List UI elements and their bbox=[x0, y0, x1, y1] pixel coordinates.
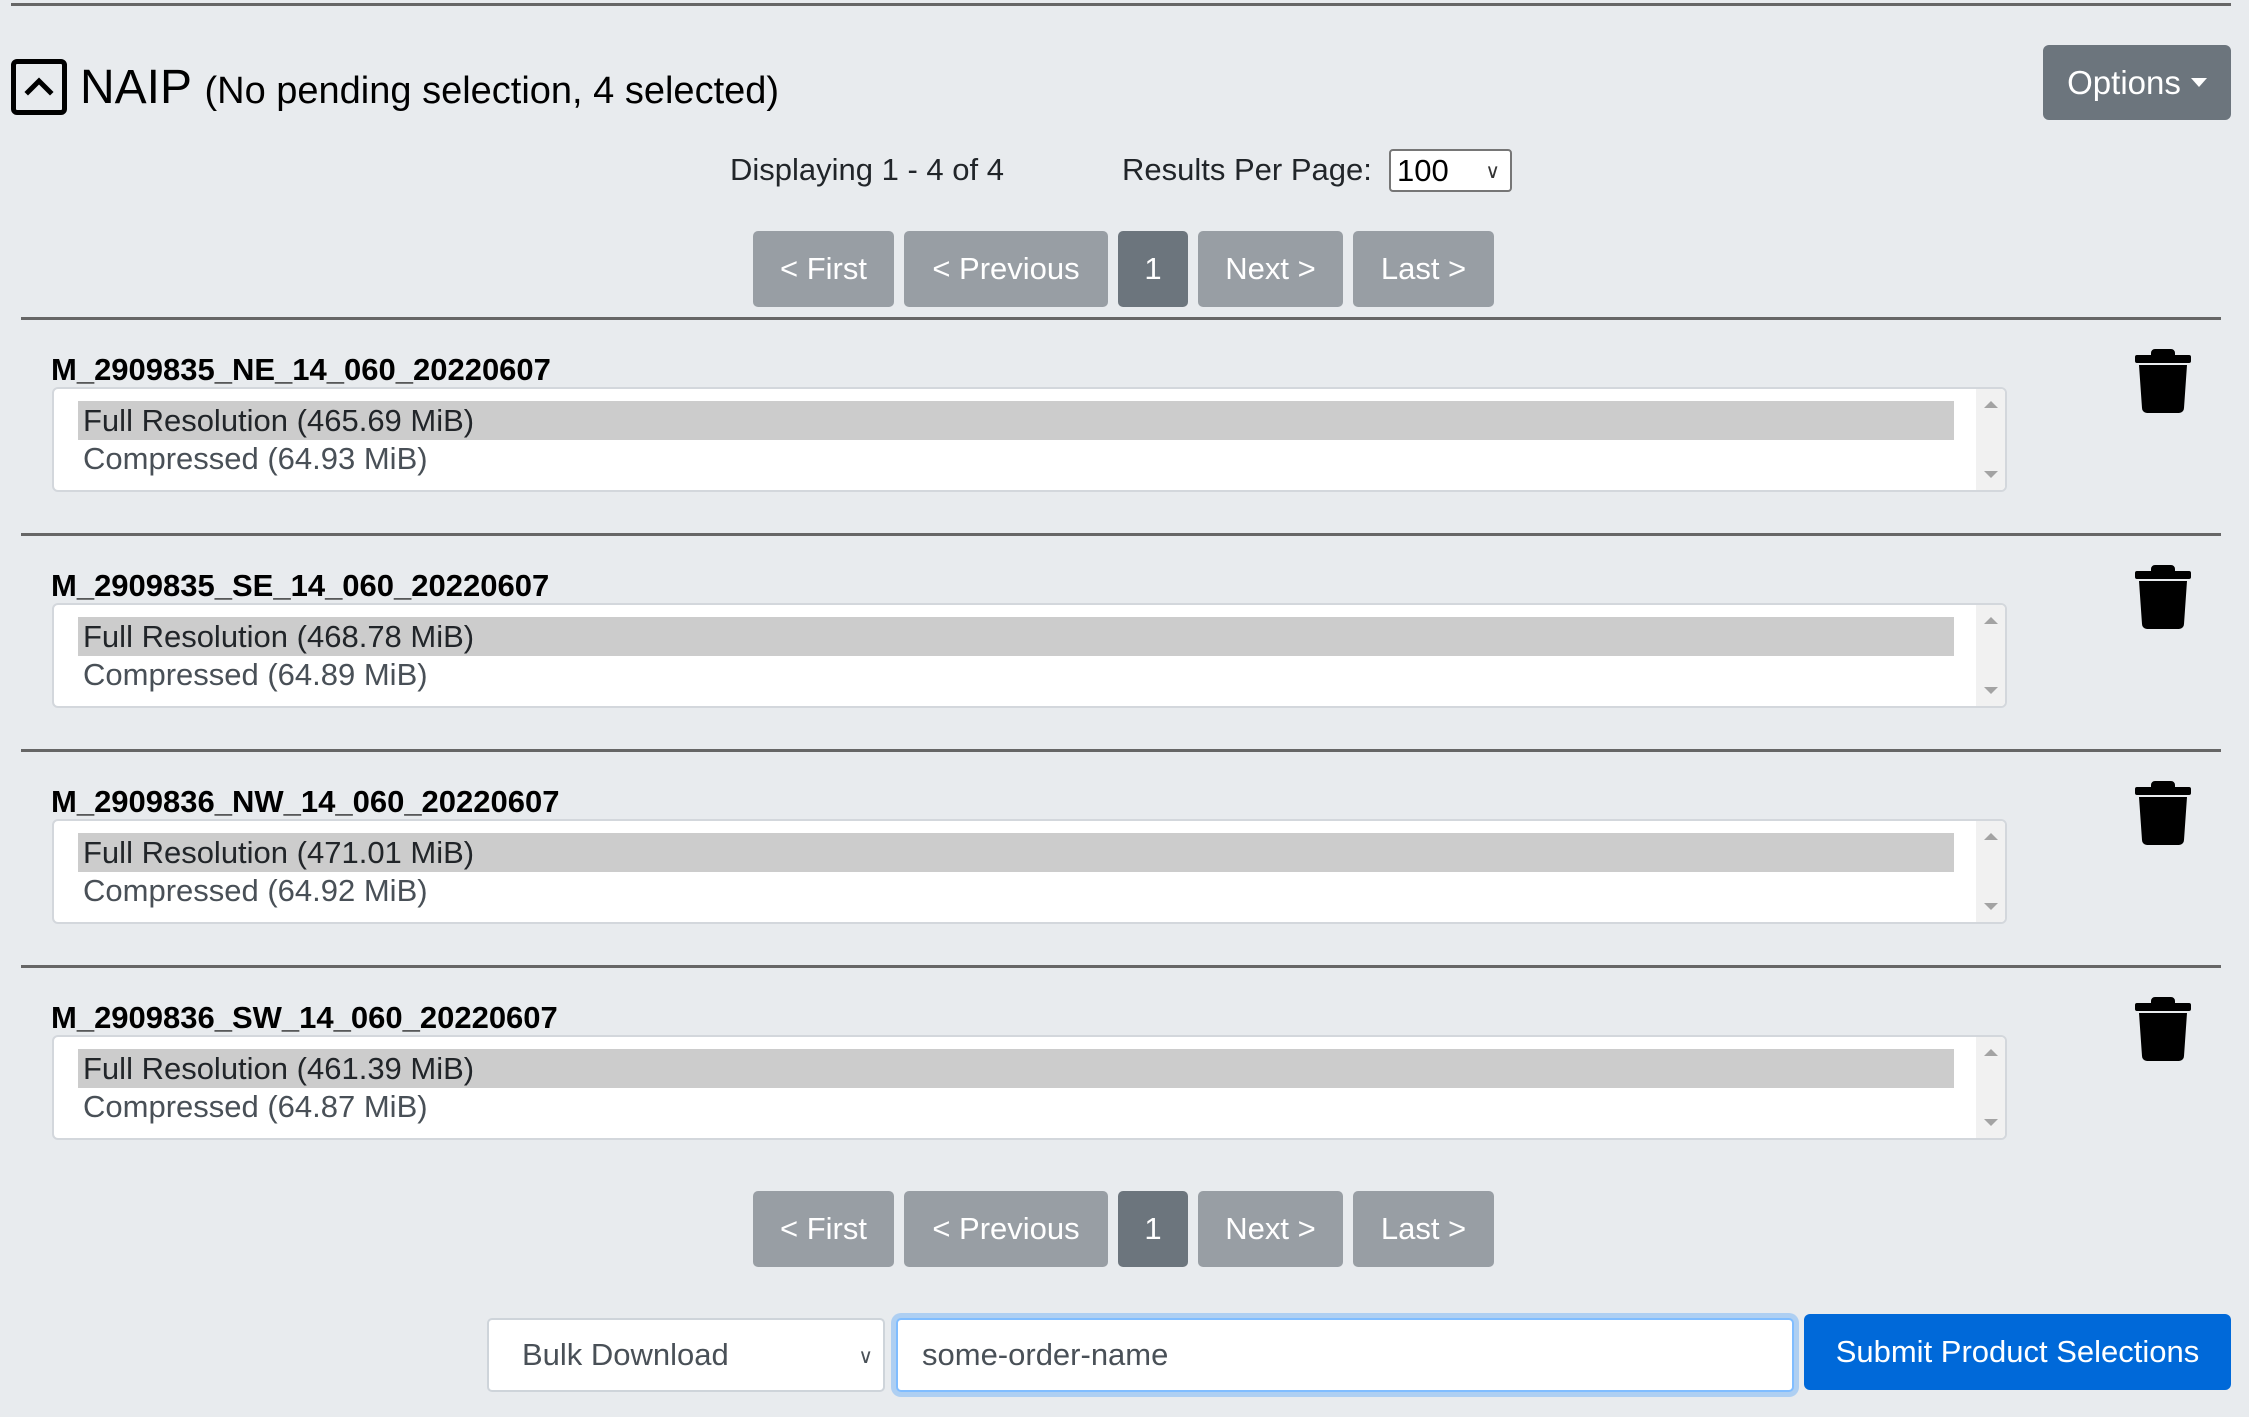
trash-icon[interactable] bbox=[2135, 997, 2191, 1061]
option-compressed[interactable]: Compressed (64.93 MiB) bbox=[78, 439, 1954, 478]
collection-title: NAIP bbox=[80, 61, 193, 114]
chevron-up-icon bbox=[24, 77, 54, 96]
product-item: M_2909836_SW_14_060_20220607 Full Resolu… bbox=[0, 985, 2249, 1201]
next-page-button[interactable]: Next > bbox=[1198, 231, 1343, 307]
product-name: M_2909836_NW_14_060_20220607 bbox=[51, 784, 560, 819]
trash-icon[interactable] bbox=[2135, 781, 2191, 845]
item-divider bbox=[21, 533, 2221, 536]
first-page-button[interactable]: < First bbox=[753, 231, 894, 307]
options-dropdown-button[interactable]: Options bbox=[2043, 45, 2231, 120]
pagination-top: < First < Previous 1 Next > Last > bbox=[753, 231, 1494, 307]
current-page-button[interactable]: 1 bbox=[1118, 1191, 1188, 1267]
listbox-scrollbar[interactable] bbox=[1976, 1037, 2005, 1138]
pagination-bottom: < First < Previous 1 Next > Last > bbox=[753, 1191, 1494, 1267]
product-name: M_2909835_NE_14_060_20220607 bbox=[51, 352, 551, 387]
item-divider bbox=[21, 749, 2221, 752]
trash-icon[interactable] bbox=[2135, 565, 2191, 629]
product-option-listbox[interactable]: Full Resolution (471.01 MiB) Compressed … bbox=[52, 819, 2007, 924]
option-compressed[interactable]: Compressed (64.87 MiB) bbox=[78, 1087, 1954, 1126]
previous-page-button[interactable]: < Previous bbox=[904, 1191, 1108, 1267]
option-full-resolution[interactable]: Full Resolution (468.78 MiB) bbox=[78, 617, 1954, 656]
item-divider bbox=[21, 317, 2221, 320]
scroll-up-arrow-icon[interactable] bbox=[1984, 833, 1998, 840]
scroll-up-arrow-icon[interactable] bbox=[1984, 1049, 1998, 1056]
option-full-resolution[interactable]: Full Resolution (471.01 MiB) bbox=[78, 833, 1954, 872]
results-count: Displaying 1 - 4 of 4 bbox=[730, 152, 1004, 187]
chevron-down-icon: ∨ bbox=[1485, 161, 1500, 183]
top-divider bbox=[11, 3, 2231, 6]
product-item: M_2909835_SE_14_060_20220607 Full Resolu… bbox=[0, 553, 2249, 769]
scroll-down-arrow-icon[interactable] bbox=[1984, 471, 1998, 478]
collection-header: NAIP (No pending selection, 4 selected) bbox=[80, 60, 779, 115]
product-item: M_2909835_NE_14_060_20220607 Full Resolu… bbox=[0, 337, 2249, 553]
listbox-scrollbar[interactable] bbox=[1976, 605, 2005, 706]
options-label: Options bbox=[2067, 63, 2181, 101]
next-page-button[interactable]: Next > bbox=[1198, 1191, 1343, 1267]
scroll-down-arrow-icon[interactable] bbox=[1984, 903, 1998, 910]
scroll-up-arrow-icon[interactable] bbox=[1984, 617, 1998, 624]
product-option-listbox[interactable]: Full Resolution (468.78 MiB) Compressed … bbox=[52, 603, 2007, 708]
option-full-resolution[interactable]: Full Resolution (461.39 MiB) bbox=[78, 1049, 1954, 1088]
submit-selections-button[interactable]: Submit Product Selections bbox=[1804, 1314, 2231, 1390]
option-full-resolution[interactable]: Full Resolution (465.69 MiB) bbox=[78, 401, 1954, 440]
results-per-page-value: 100 bbox=[1397, 152, 1449, 188]
last-page-button[interactable]: Last > bbox=[1353, 231, 1494, 307]
collapse-toggle-button[interactable] bbox=[11, 59, 67, 115]
product-name: M_2909836_SW_14_060_20220607 bbox=[51, 1000, 558, 1035]
item-divider bbox=[21, 965, 2221, 968]
product-name: M_2909835_SE_14_060_20220607 bbox=[51, 568, 550, 603]
download-method-value: Bulk Download bbox=[522, 1337, 729, 1372]
first-page-button[interactable]: < First bbox=[753, 1191, 894, 1267]
caret-down-icon bbox=[2190, 78, 2207, 87]
scroll-down-arrow-icon[interactable] bbox=[1984, 1119, 1998, 1126]
scroll-down-arrow-icon[interactable] bbox=[1984, 687, 1998, 694]
listbox-scrollbar[interactable] bbox=[1976, 821, 2005, 922]
option-compressed[interactable]: Compressed (64.89 MiB) bbox=[78, 655, 1954, 694]
product-item: M_2909836_NW_14_060_20220607 Full Resolu… bbox=[0, 769, 2249, 985]
trash-icon[interactable] bbox=[2135, 349, 2191, 413]
chevron-down-icon: ∨ bbox=[858, 1346, 873, 1368]
previous-page-button[interactable]: < Previous bbox=[904, 231, 1108, 307]
results-per-page-select[interactable]: 100 ∨ bbox=[1389, 149, 1512, 192]
product-option-listbox[interactable]: Full Resolution (465.69 MiB) Compressed … bbox=[52, 387, 2007, 492]
option-compressed[interactable]: Compressed (64.92 MiB) bbox=[78, 871, 1954, 910]
selection-status: (No pending selection, 4 selected) bbox=[204, 70, 780, 112]
listbox-scrollbar[interactable] bbox=[1976, 389, 2005, 490]
last-page-button[interactable]: Last > bbox=[1353, 1191, 1494, 1267]
current-page-button[interactable]: 1 bbox=[1118, 231, 1188, 307]
download-method-select[interactable]: Bulk Download ∨ bbox=[487, 1318, 885, 1392]
results-per-page-label: Results Per Page: bbox=[1122, 152, 1372, 187]
scroll-up-arrow-icon[interactable] bbox=[1984, 401, 1998, 408]
product-option-listbox[interactable]: Full Resolution (461.39 MiB) Compressed … bbox=[52, 1035, 2007, 1140]
order-name-input[interactable] bbox=[896, 1318, 1794, 1392]
